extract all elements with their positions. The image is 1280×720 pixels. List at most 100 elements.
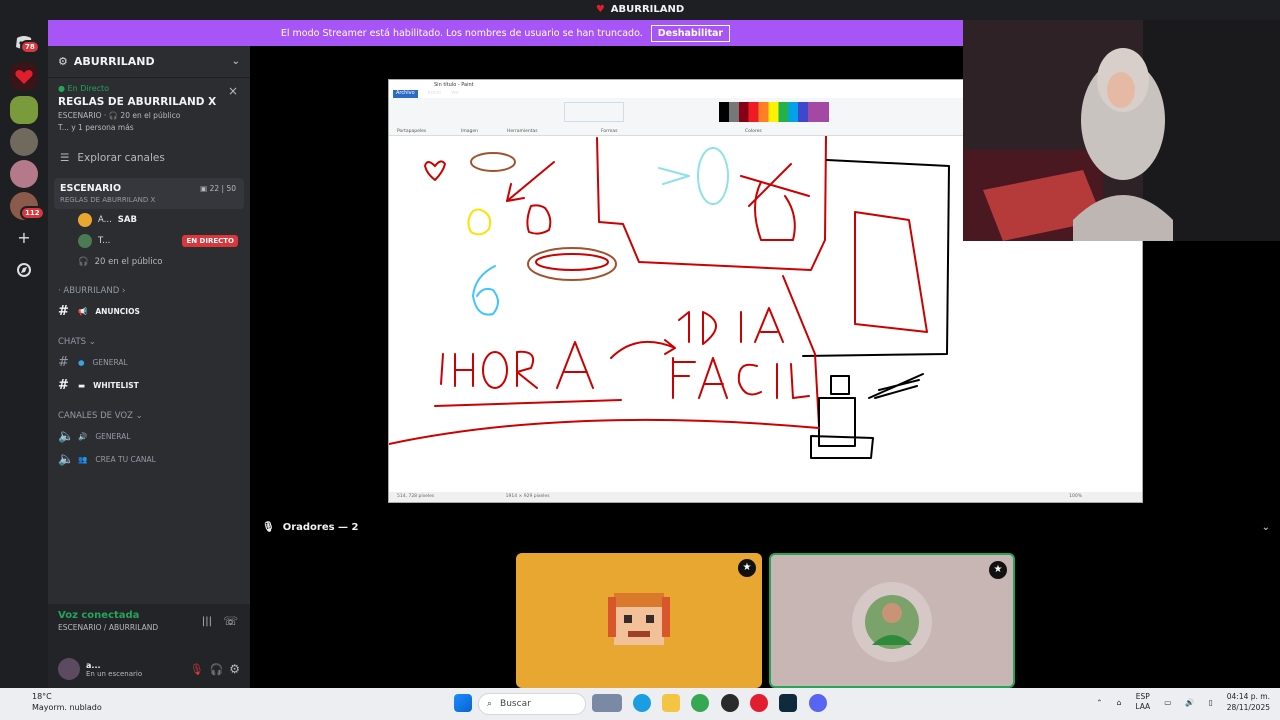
clock[interactable]: 04:14 p. m. 28/11/2025 [1227,691,1270,713]
language-indicator[interactable]: ESP LAA [1135,692,1150,712]
search-label: Buscar [500,699,531,709]
category-label: ABURRILAND [63,286,120,296]
heart-server-icon[interactable] [10,62,38,90]
file-explorer-icon[interactable] [662,694,680,712]
heart-doodle [424,160,446,181]
obs-icon[interactable] [721,694,739,712]
avatar [78,212,92,227]
paint-tab[interactable]: Inicio [428,90,441,98]
voice-user-tag: SAB [117,214,137,225]
server-header[interactable]: ⚙ ABURRILAND ⌄ [48,46,250,78]
title-bar: ♥ ABURRILAND [0,0,1280,20]
explore-label: Explorar canales [77,152,165,164]
chevron-down-icon[interactable]: ⌄ [1262,522,1270,533]
mic-muted-icon[interactable]: 🎙 [190,663,204,676]
window-title: ABURRILAND [610,4,685,15]
category-chats[interactable]: CHATS ⌄ [48,323,250,351]
avatar [78,233,92,248]
server-icon-3[interactable] [10,160,38,188]
weather-desc: Mayorm. nublado [32,703,102,712]
speaker-tile[interactable]: ★ [516,553,762,688]
color-palette[interactable] [719,102,829,122]
server-icon-minecraft[interactable] [10,96,38,124]
voice-user[interactable]: A... SAB [48,209,250,230]
category-aburriland[interactable]: · ABURRILAND › [48,272,250,300]
live-badge: EN DIRECTO [182,234,238,247]
server-icon-2[interactable] [10,128,38,156]
close-icon[interactable]: × [228,84,238,98]
category-voice[interactable]: CANALES DE VOZ ⌄ [48,397,250,425]
hash-icon: # [58,378,69,393]
ribbon-group: Colores [745,129,762,134]
count-a: 22 [209,184,220,193]
headphones-icon[interactable]: 🎧 [210,663,224,676]
paint-tab[interactable]: Archivo [393,90,418,98]
zoom-level[interactable]: 100% [1069,492,1082,502]
voice-user-name: A... [98,214,112,225]
channel-create[interactable]: 🔈 👥 CREA TU CANAL [48,448,250,471]
shapes-gallery[interactable] [564,102,624,122]
live-label: En Directo [67,84,110,93]
volume-icon[interactable]: 🔊 [1185,698,1194,707]
audience-count: 🎧 20 en el público [48,251,250,272]
chevron-up-icon[interactable]: ⌃ [1096,698,1102,707]
speaker-icon: 🔈 [58,452,75,467]
channel-whitelist[interactable]: # ▬ WHITELIST [48,374,250,397]
avatar[interactable] [58,658,80,680]
chevron-down-icon[interactable]: ⌄ [232,56,240,67]
list-icon: ☰ [60,152,70,164]
rail-badge-home: 78 [20,40,40,54]
soundboard-icon[interactable]: ||| [202,616,212,627]
stage-card[interactable]: ● En Directo REGLAS DE ABURRILAND X ESCE… [48,78,250,138]
megaphone-icon: 📢 [78,307,88,316]
windows-start-icon[interactable] [454,694,472,712]
speaker-small-icon: 🔊 [78,432,88,441]
streamer-webcam [963,20,1280,241]
voice-connection-panel: Voz conectada ESCENARIO / ABURRILAND |||… [48,604,250,650]
channel-general-voice[interactable]: 🔈 🔊 GENERAL [48,425,250,448]
number-six-doodle [472,265,499,316]
gear-icon[interactable]: ⚙ [229,662,240,676]
user-avatar [852,582,932,662]
disable-streamer-button[interactable]: Deshabilitar [650,24,731,42]
add-server-icon[interactable]: + [10,224,38,252]
battery-icon[interactable]: ▯ [1209,698,1213,707]
edge-icon[interactable] [633,694,651,712]
hash-icon: # [58,355,69,370]
heart-icon: ♥ [595,4,605,15]
channel-anuncios[interactable]: # 📢 ANUNCIOS [48,300,250,323]
time: 04:14 p. m. [1226,692,1270,701]
webcam-image [963,20,1280,241]
stage-channel-topic: REGLAS DE ABURRILAND X [60,196,156,204]
category-label: CANALES DE VOZ [58,411,133,421]
network-icon[interactable]: ▭ [1164,698,1171,707]
discord-taskbar-icon[interactable] [809,694,827,712]
windows-taskbar: 18°C Mayorm. nublado ⌕ Buscar ⌃ ⌂ ESP LA… [0,688,1280,720]
speakers-header: 🎙 Oradores — 2 ⌄ [250,518,1280,536]
location-icon[interactable]: ⌂ [1117,698,1122,707]
chrome-icon[interactable] [691,694,709,712]
channel-general-text[interactable]: # ● GENERAL [48,351,250,374]
taskbar-search[interactable]: ⌕ Buscar [478,693,586,715]
voice-location: ESCENARIO / ABURRILAND [58,623,159,632]
weather-widget[interactable]: 18°C Mayorm. nublado [10,691,102,713]
widgets-icon[interactable] [592,694,622,712]
hash-icon: # [58,304,69,319]
headphones-icon: 🎧 [78,256,89,267]
disconnect-icon[interactable]: ☏ [223,614,238,628]
voice-user[interactable]: T... EN DIRECTO [48,230,250,251]
stage-channel-counts: ▣ 22 | 50 [200,184,236,193]
explore-channels-button[interactable]: ☰ Explorar canales [48,144,250,172]
card-icon: ▬ [78,381,86,390]
banner-text: El modo Streamer está habilitado. Los no… [280,27,643,39]
stage-channel[interactable]: ESCENARIO REGLAS DE ABURRILAND X ▣ 22 | … [54,178,244,209]
app-icon[interactable] [779,694,797,712]
opera-icon[interactable] [750,694,768,712]
explore-servers-icon[interactable] [10,256,38,284]
channel-label: WHITELIST [93,381,139,390]
channel-label: GENERAL [95,432,131,441]
paint-tab[interactable]: Ver [451,90,459,98]
people-icon: 👥 [78,455,88,464]
speaker-tile[interactable]: ★ [769,553,1015,688]
temperature: 18°C [32,692,52,701]
